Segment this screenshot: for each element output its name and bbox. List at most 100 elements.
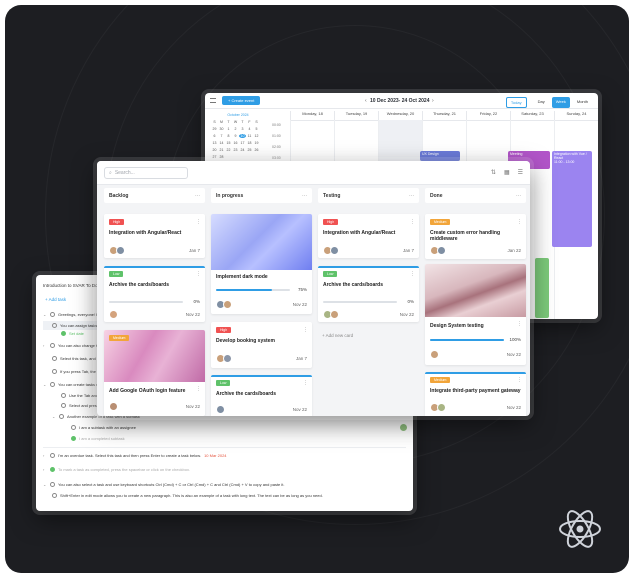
task-card[interactable]: Low ⋮ Archive the cards/boards Nov 22 <box>211 375 312 416</box>
task-checkbox[interactable] <box>52 323 57 328</box>
view-month[interactable]: Month <box>573 97 592 108</box>
mini-day[interactable]: 30 <box>218 127 225 131</box>
chevron-down-icon[interactable]: ⌄ <box>52 414 56 419</box>
task-row[interactable]: › I'm an overdue task. Select this task a… <box>43 451 406 460</box>
mini-day[interactable]: 5 <box>253 127 260 131</box>
day-header[interactable]: Saturday, 23 <box>510 111 554 120</box>
task-card[interactable]: Low ⋮ Archive the cards/boards 0% Nov 22 <box>104 266 205 322</box>
card-menu-icon[interactable]: ⋮ <box>410 219 415 225</box>
task-row[interactable]: I am a completed subtask <box>43 434 406 443</box>
chevron-down-icon[interactable]: ⌄ <box>43 482 47 487</box>
view-week[interactable]: Week <box>551 97 570 108</box>
create-event-button[interactable]: + Create event <box>222 96 261 105</box>
task-row[interactable]: › To mark a task as completed, press the … <box>43 465 406 474</box>
mini-day[interactable]: 12 <box>253 134 260 138</box>
task-card[interactable]: Implement dark mode 75% Nov 22 <box>211 214 312 314</box>
card-menu-icon[interactable]: ⋮ <box>196 386 201 392</box>
day-header[interactable]: Wednesday, 20 <box>378 111 422 120</box>
mini-day[interactable]: 25 <box>246 148 253 152</box>
mini-day[interactable]: 1 <box>225 127 232 131</box>
task-checkbox[interactable] <box>50 453 55 458</box>
task-checkbox[interactable] <box>50 467 55 472</box>
card-menu-icon[interactable]: ⋮ <box>196 271 201 277</box>
card-menu-icon[interactable]: ⋮ <box>410 271 415 277</box>
columns-icon[interactable]: ▦ <box>504 169 510 176</box>
day-header[interactable]: Monday, 18 <box>290 111 334 120</box>
more-icon[interactable]: ··· <box>302 193 307 199</box>
task-row[interactable]: Shift+Enter in edit mode allows you to c… <box>43 491 406 500</box>
task-checkbox[interactable] <box>61 403 66 408</box>
task-checkbox[interactable] <box>52 356 57 361</box>
calendar-event[interactable] <box>535 258 549 318</box>
task-card[interactable]: Medium ⋮ Integrate third-party payment g… <box>425 372 526 416</box>
mini-day[interactable]: 6 <box>211 134 218 138</box>
mini-day[interactable]: 21 <box>218 148 225 152</box>
card-menu-icon[interactable]: ⋮ <box>517 377 522 383</box>
chevron-down-icon[interactable]: › <box>43 343 47 348</box>
mini-day[interactable]: 27 <box>211 155 218 159</box>
task-row[interactable]: I am a subtask with an assignee <box>43 422 408 432</box>
mini-day[interactable]: 18 <box>246 141 253 145</box>
task-checkbox[interactable] <box>50 382 55 387</box>
task-checkbox[interactable] <box>52 369 57 374</box>
mini-day[interactable]: 7 <box>218 134 225 138</box>
mini-day[interactable]: 10 <box>239 134 246 138</box>
card-menu-icon[interactable]: ⋮ <box>196 219 201 225</box>
mini-day[interactable]: 22 <box>225 148 232 152</box>
chevron-right-icon[interactable]: › <box>43 453 47 458</box>
mini-day[interactable]: 28 <box>218 155 225 159</box>
project-title[interactable]: Introduction to SVAR To Do <box>43 283 98 288</box>
more-icon[interactable]: ··· <box>409 193 414 199</box>
mini-day[interactable]: 17 <box>239 141 246 145</box>
mini-day[interactable]: 11 <box>246 134 253 138</box>
task-row[interactable]: ⌄ You can also select a task and use keyb… <box>43 480 406 489</box>
mini-day[interactable]: 13 <box>211 141 218 145</box>
filter-icon[interactable]: ☰ <box>518 169 523 176</box>
task-checkbox[interactable] <box>59 414 64 419</box>
mini-day[interactable]: 26 <box>253 148 260 152</box>
chevron-down-icon[interactable]: ⌄ <box>43 382 47 387</box>
view-day[interactable]: Day <box>534 97 549 108</box>
task-card[interactable]: High ⋮ Develop booking system Jan 7 <box>211 322 312 368</box>
mini-day[interactable]: 4 <box>246 127 253 131</box>
task-card[interactable]: Medium ⋮ Add Google OAuth login feature … <box>104 330 205 416</box>
prev-range-button[interactable]: ‹ <box>365 98 367 104</box>
day-header[interactable]: Sunday, 24 <box>554 111 598 120</box>
mini-day[interactable]: 24 <box>239 148 246 152</box>
card-menu-icon[interactable]: ⋮ <box>303 327 308 333</box>
mini-day[interactable]: 19 <box>253 141 260 145</box>
mini-day[interactable]: 16 <box>232 141 239 145</box>
task-checkbox[interactable] <box>50 343 55 348</box>
mini-day[interactable]: 15 <box>225 141 232 145</box>
task-checkbox[interactable] <box>50 312 55 317</box>
add-task-button[interactable]: + Add task <box>45 297 66 302</box>
more-icon[interactable]: ··· <box>195 193 200 199</box>
card-menu-icon[interactable]: ⋮ <box>517 321 522 327</box>
task-checkbox[interactable] <box>61 393 66 398</box>
task-card[interactable]: High ⋮ Integration with Angular/React Ja… <box>104 214 205 258</box>
chevron-right-icon[interactable]: › <box>43 467 47 472</box>
today-button[interactable]: Today <box>505 97 527 108</box>
menu-icon[interactable] <box>210 98 216 103</box>
mini-day[interactable]: 29 <box>211 127 218 131</box>
card-menu-icon[interactable]: ⋮ <box>517 219 522 225</box>
task-checkbox[interactable] <box>71 436 76 441</box>
card-menu-icon[interactable]: ⋮ <box>303 380 308 386</box>
day-header[interactable]: Friday, 22 <box>466 111 510 120</box>
mini-day[interactable]: 23 <box>232 148 239 152</box>
mini-day[interactable]: 2 <box>232 127 239 131</box>
task-card[interactable]: Low ⋮ Archive the cards/boards 0% Nov 22 <box>318 266 419 322</box>
day-header[interactable]: Tuesday, 19 <box>334 111 378 120</box>
chevron-down-icon[interactable]: ⌄ <box>43 312 47 317</box>
task-checkbox[interactable] <box>50 482 55 487</box>
calendar-event[interactable]: UX Design <box>420 151 460 161</box>
task-card[interactable]: Medium ⋮ Create custom error handling mi… <box>425 214 526 259</box>
mini-day[interactable]: 3 <box>239 127 246 131</box>
next-range-button[interactable]: › <box>432 98 434 104</box>
more-icon[interactable]: ··· <box>516 193 521 199</box>
day-header[interactable]: Thursday, 21 <box>422 111 466 120</box>
task-checkbox[interactable] <box>52 493 57 498</box>
mini-day[interactable]: 9 <box>232 134 239 138</box>
search-input[interactable]: ⌕ Search... <box>104 166 188 179</box>
calendar-event[interactable]: Integration with Vue / React 11:00 - 13:… <box>552 151 592 247</box>
